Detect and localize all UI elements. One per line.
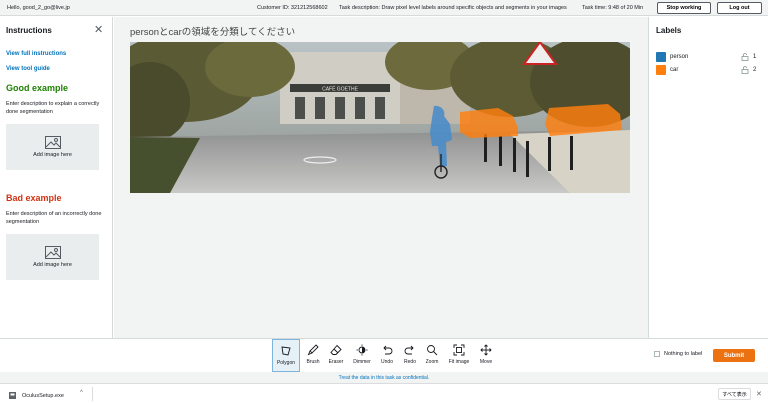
bad-example-image-box[interactable]: Add image here xyxy=(6,234,99,280)
bad-example-title: Bad example xyxy=(6,193,62,203)
close-icon[interactable]: ✕ xyxy=(94,23,103,36)
download-item[interactable]: OculusSetup.exe xyxy=(8,391,64,400)
tool-label: Eraser xyxy=(328,359,344,365)
image-icon xyxy=(44,136,61,149)
tool-label: Polygon xyxy=(276,360,296,366)
stop-working-button[interactable]: Stop working xyxy=(657,2,711,14)
tool-label: Zoom xyxy=(425,359,439,365)
tool-polygon[interactable]: Polygon xyxy=(272,339,300,372)
bad-add-image-text: Add image here xyxy=(33,262,72,268)
label-shortcut: 1 xyxy=(753,54,757,60)
instructions-panel: Instructions ✕ View full instructions Vi… xyxy=(0,17,113,338)
file-icon xyxy=(9,392,16,399)
car-color-swatch xyxy=(656,65,666,75)
undo-icon xyxy=(383,345,393,355)
zoom-icon xyxy=(427,345,438,356)
confidential-notice: Treat the data in this task as confident… xyxy=(0,372,768,383)
log-out-button[interactable]: Log out xyxy=(717,2,762,14)
task-time: Task time: 9:48 of 20 Min xyxy=(582,5,644,11)
divider xyxy=(92,387,93,401)
label-name: car xyxy=(670,67,679,73)
good-example-description: Enter description to explain a correctly… xyxy=(6,101,100,115)
canvas-area: personとcarの領域を分類してください CAFÉ GOETHE xyxy=(114,17,648,338)
bad-example-description: Enter description of an incorrectly done… xyxy=(6,211,102,225)
chevron-up-icon[interactable]: ^ xyxy=(80,390,83,396)
tool-label: Move xyxy=(479,359,493,365)
label-item-person[interactable]: person 1 xyxy=(656,52,762,63)
tool-move[interactable]: Move xyxy=(473,339,499,372)
good-example-title: Good example xyxy=(6,83,69,93)
labels-panel: Labels person 1 car 2 xyxy=(648,17,768,338)
eraser-icon xyxy=(330,344,342,355)
redo-icon xyxy=(404,345,414,355)
instructions-title: Instructions xyxy=(6,26,52,35)
nothing-to-label-text: Nothing to label xyxy=(664,351,703,357)
tool-label: Fit image xyxy=(448,359,470,365)
view-tool-guide-link[interactable]: View tool guide xyxy=(6,66,50,72)
tool-bar: Polygon Brush Eraser Dimmer Undo Redo Zo… xyxy=(0,338,768,372)
person-color-swatch xyxy=(656,52,666,62)
tool-label: Dimmer xyxy=(353,359,371,365)
fit-image-icon xyxy=(453,344,465,356)
label-name: person xyxy=(670,54,689,60)
tool-zoom[interactable]: Zoom xyxy=(419,339,445,372)
label-item-car[interactable]: car 2 xyxy=(656,65,762,76)
move-icon xyxy=(480,344,492,356)
greeting: Hello, good_2_go@live.jp xyxy=(7,5,70,11)
tool-label: Undo xyxy=(381,359,393,365)
good-add-image-text: Add image here xyxy=(33,152,72,158)
labels-title: Labels xyxy=(656,26,682,35)
tool-eraser[interactable]: Eraser xyxy=(323,339,349,372)
tool-label: Redo xyxy=(404,359,416,365)
customer-id: Customer ID: 321212568602 xyxy=(257,5,328,11)
task-description: Task description: Draw pixel level label… xyxy=(339,5,567,11)
street-image[interactable]: CAFÉ GOETHE xyxy=(130,42,630,193)
task-prompt: personとcarの領域を分類してください xyxy=(130,27,296,38)
unlock-icon[interactable] xyxy=(741,53,749,61)
close-icon[interactable]: ✕ xyxy=(756,390,762,398)
top-bar: Hello, good_2_go@live.jp Customer ID: 32… xyxy=(0,0,768,16)
tool-dimmer[interactable]: Dimmer xyxy=(349,339,375,372)
tool-label: Brush xyxy=(306,359,320,365)
tool-fit-image[interactable]: Fit image xyxy=(445,339,473,372)
good-example-image-box[interactable]: Add image here xyxy=(6,124,99,170)
label-shortcut: 2 xyxy=(753,67,757,73)
image-icon xyxy=(44,246,61,259)
view-full-instructions-link[interactable]: View full instructions xyxy=(6,51,66,57)
brush-icon xyxy=(307,344,319,356)
show-all-button[interactable]: すべて表示 xyxy=(718,388,751,400)
download-bar: OculusSetup.exe ^ すべて表示 ✕ xyxy=(0,383,768,403)
polygon-icon xyxy=(281,346,291,356)
nothing-to-label-checkbox[interactable]: Nothing to label xyxy=(654,351,702,357)
checkbox-box[interactable] xyxy=(654,351,660,357)
download-file-name: OculusSetup.exe xyxy=(22,392,64,399)
submit-button[interactable]: Submit xyxy=(713,349,755,362)
dimmer-icon xyxy=(356,344,368,356)
cafe-sign-text: CAFÉ GOETHE xyxy=(322,86,359,93)
unlock-icon[interactable] xyxy=(741,66,749,74)
